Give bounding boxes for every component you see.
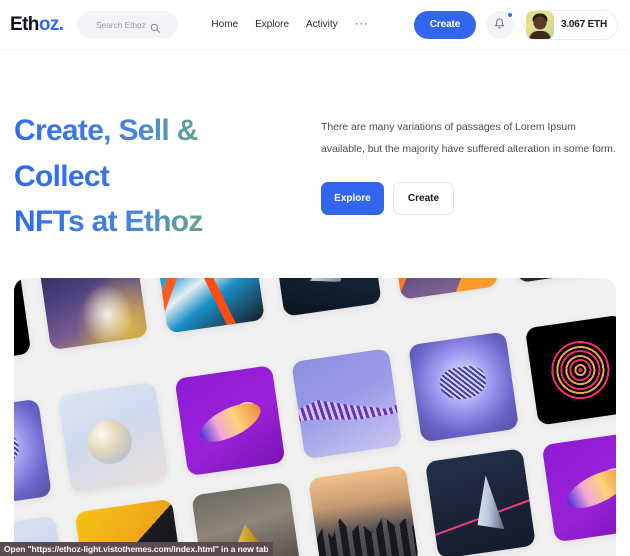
headline-line-3: NFTs at Ethoz bbox=[14, 199, 314, 245]
nft-rings-pink[interactable] bbox=[14, 278, 32, 368]
nav-item-activity[interactable]: Activity bbox=[306, 19, 338, 30]
nft-brain-purple[interactable] bbox=[14, 398, 52, 510]
nft-paint-strokes[interactable] bbox=[153, 278, 265, 334]
headline-line-1: Create, Sell & bbox=[14, 108, 314, 154]
nav-more-icon[interactable]: ··· bbox=[355, 17, 369, 30]
nft-gallery bbox=[14, 278, 616, 556]
status-tooltip-text: Open "https://ethoz-light.vistothemes.co… bbox=[4, 544, 269, 554]
nft-sail-neon[interactable] bbox=[424, 448, 536, 556]
nft-galaxy[interactable] bbox=[37, 278, 149, 351]
avatar bbox=[525, 10, 554, 39]
search-icon bbox=[150, 20, 160, 33]
notifications-button[interactable] bbox=[485, 10, 514, 39]
wallet-balance: 3.067 ETH bbox=[560, 19, 607, 30]
nft-purple-swirl[interactable] bbox=[174, 365, 286, 477]
hero-paragraph: There are many variations of passages of… bbox=[321, 121, 616, 156]
hero-text-column: Create, Sell & Collect NFTs at Ethoz bbox=[14, 108, 314, 245]
headline-line-2: Collect bbox=[14, 154, 314, 200]
nav-item-home[interactable]: Home bbox=[211, 19, 238, 30]
nft-rings-pink-2[interactable] bbox=[524, 314, 616, 426]
logo-text-accent: oz. bbox=[38, 13, 64, 35]
nav-item-explore[interactable]: Explore bbox=[255, 19, 289, 30]
header-actions: Create 3.067 ETH bbox=[413, 9, 618, 40]
create-button[interactable]: Create bbox=[413, 10, 476, 39]
nft-wave-violet[interactable] bbox=[291, 348, 403, 460]
bell-icon bbox=[494, 16, 505, 34]
search-input[interactable]: Search Ethoz bbox=[77, 11, 179, 38]
explore-button[interactable]: Explore bbox=[321, 182, 384, 216]
status-tooltip: Open "https://ethoz-light.vistothemes.co… bbox=[0, 542, 273, 556]
nft-brain-glow[interactable] bbox=[408, 331, 520, 443]
main-nav: Home Explore Activity ··· bbox=[211, 17, 369, 31]
site-logo[interactable]: Ethoz. bbox=[10, 13, 64, 36]
nft-city-skyline[interactable] bbox=[308, 465, 420, 556]
nft-dark-3d-cube[interactable] bbox=[270, 278, 382, 317]
wallet-widget[interactable]: 3.067 ETH bbox=[523, 9, 618, 40]
hero-copy-column: There are many variations of passages of… bbox=[321, 108, 616, 245]
nft-sphere-pastel[interactable] bbox=[57, 381, 169, 493]
avatar-body bbox=[528, 30, 551, 39]
page-title: Create, Sell & Collect NFTs at Ethoz bbox=[14, 108, 314, 245]
create-cta-button[interactable]: Create bbox=[393, 182, 454, 216]
nft-purple-swirl-2[interactable] bbox=[541, 431, 616, 543]
avatar-face bbox=[533, 16, 547, 30]
nft-poly-orange[interactable] bbox=[387, 278, 499, 300]
logo-text-primary: Eth bbox=[10, 13, 39, 35]
hero-section: Create, Sell & Collect NFTs at Ethoz The… bbox=[0, 50, 630, 245]
hero-actions: Explore Create bbox=[321, 182, 616, 216]
nft-grid bbox=[14, 278, 616, 556]
notification-badge bbox=[506, 11, 513, 18]
search-placeholder: Search Ethoz bbox=[95, 19, 146, 30]
site-header: Ethoz. Search Ethoz Home Explore Activit… bbox=[0, 0, 630, 50]
nft-geometric-gold[interactable] bbox=[504, 278, 616, 284]
